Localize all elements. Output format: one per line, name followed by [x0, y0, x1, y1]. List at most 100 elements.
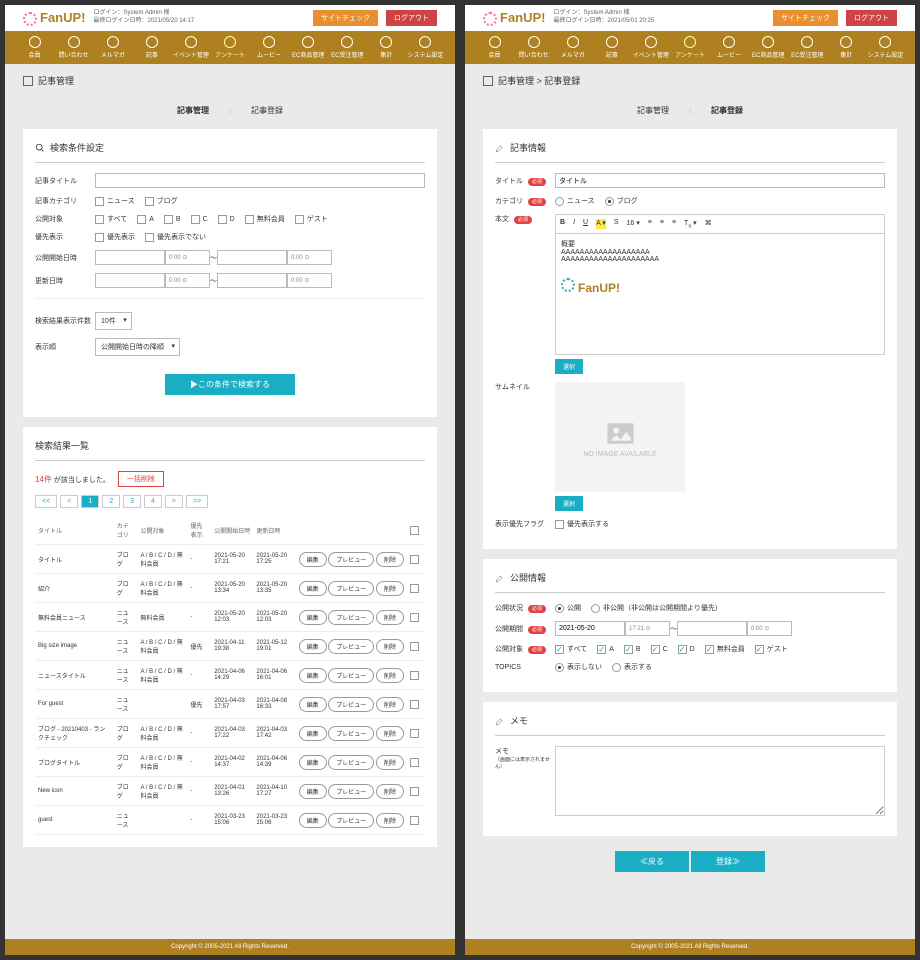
nav-7[interactable]: EC商品管理	[289, 36, 328, 59]
submit-button[interactable]: 登録≫	[691, 851, 765, 872]
row-check[interactable]	[410, 642, 419, 651]
page-3[interactable]: 3	[123, 495, 141, 508]
tab-register[interactable]: 記事登録	[701, 106, 753, 115]
nav-4[interactable]: イベント管理	[171, 36, 210, 59]
term-date-from[interactable]	[555, 621, 625, 636]
preview-button[interactable]: プレビュー	[328, 610, 374, 625]
select-button[interactable]: 選択	[555, 359, 583, 374]
bulk-delete-button[interactable]: 一括削除	[118, 471, 164, 487]
pri-off[interactable]: 優先表示でない	[145, 232, 206, 242]
pri-on[interactable]: 優先表示	[95, 232, 135, 242]
tgt-all[interactable]: すべて	[95, 214, 127, 224]
tgt-free[interactable]: 無料会員	[705, 644, 745, 654]
row-check[interactable]	[410, 613, 419, 622]
upd-time-from[interactable]: 0:00 ⊙	[165, 273, 210, 288]
edit-button[interactable]: 編集	[299, 610, 327, 625]
tgt-all[interactable]: すべて	[555, 644, 587, 654]
delete-button[interactable]: 削除	[376, 697, 404, 712]
term-date-to[interactable]	[677, 621, 747, 636]
nav-6[interactable]: ムービー	[710, 36, 749, 59]
delete-button[interactable]: 削除	[376, 552, 404, 567]
preview-button[interactable]: プレビュー	[328, 639, 374, 654]
nav-5[interactable]: アンケート	[210, 36, 249, 59]
count-select[interactable]: 10件	[95, 312, 132, 330]
delete-button[interactable]: 削除	[376, 755, 404, 770]
page->>[interactable]: >>	[186, 495, 208, 508]
thumb-select-button[interactable]: 選択	[555, 496, 583, 511]
clear-icon[interactable]: Tx ▾	[684, 219, 697, 229]
preview-button[interactable]: プレビュー	[328, 697, 374, 712]
preview-button[interactable]: プレビュー	[328, 813, 374, 828]
nav-3[interactable]: 記事	[592, 36, 631, 59]
topics-show[interactable]: 表示する	[612, 662, 652, 672]
delete-button[interactable]: 削除	[376, 784, 404, 799]
page-<[interactable]: <	[60, 495, 78, 508]
title-input[interactable]	[95, 173, 425, 188]
preview-button[interactable]: プレビュー	[328, 726, 374, 741]
preview-button[interactable]: プレビュー	[328, 668, 374, 683]
align-center-icon[interactable]: ≡	[660, 219, 664, 229]
tab-list[interactable]: 記事管理	[627, 106, 679, 115]
priority-flag[interactable]: 優先表示する	[555, 519, 609, 529]
nav-3[interactable]: 記事	[132, 36, 171, 59]
nav-1[interactable]: 問い合わせ	[54, 36, 93, 59]
align-left-icon[interactable]: ≡	[648, 219, 652, 229]
cat-news[interactable]: ニュース	[555, 196, 595, 206]
term-time-from[interactable]: 17:21 ⊙	[625, 621, 670, 636]
nav-8[interactable]: EC受注管理	[788, 36, 827, 59]
preview-button[interactable]: プレビュー	[328, 784, 374, 799]
page-<<[interactable]: <<	[35, 495, 57, 508]
site-check-button[interactable]: サイトチェック	[773, 10, 838, 26]
tgt-a[interactable]: A	[137, 215, 154, 224]
edit-button[interactable]: 編集	[299, 813, 327, 828]
tgt-a[interactable]: A	[597, 645, 614, 654]
nav-9[interactable]: 集計	[367, 36, 406, 59]
order-select[interactable]: 公開開始日時の降順	[95, 338, 180, 356]
edit-button[interactable]: 編集	[299, 697, 327, 712]
edit-button[interactable]: 編集	[299, 581, 327, 596]
row-check[interactable]	[410, 816, 419, 825]
cat-blog[interactable]: ブログ	[605, 196, 638, 206]
nav-10[interactable]: システム設定	[866, 36, 905, 59]
nav-0[interactable]: 会員	[475, 36, 514, 59]
tgt-d[interactable]: D	[218, 215, 235, 224]
delete-button[interactable]: 削除	[376, 610, 404, 625]
highlight-icon[interactable]: A ▾	[596, 219, 606, 229]
status-private[interactable]: 非公開（非公開は公開期間より優先）	[591, 603, 722, 613]
status-public[interactable]: 公開	[555, 603, 581, 613]
tgt-c[interactable]: C	[651, 645, 668, 654]
start-time-to[interactable]: 0:00 ⊙	[287, 250, 332, 265]
preview-button[interactable]: プレビュー	[328, 755, 374, 770]
italic-icon[interactable]: I	[573, 219, 575, 229]
edit-button[interactable]: 編集	[299, 552, 327, 567]
upd-time-to[interactable]: 0:00 ⊙	[287, 273, 332, 288]
nav-8[interactable]: EC受注管理	[328, 36, 367, 59]
strike-icon[interactable]: S	[614, 219, 619, 229]
underline-icon[interactable]: U	[583, 219, 588, 229]
select-all[interactable]	[410, 526, 419, 535]
preview-button[interactable]: プレビュー	[328, 552, 374, 567]
back-button[interactable]: ≪戻る	[615, 851, 689, 872]
page->[interactable]: >	[165, 495, 183, 508]
tgt-c[interactable]: C	[191, 215, 208, 224]
nav-1[interactable]: 問い合わせ	[514, 36, 553, 59]
nav-0[interactable]: 会員	[15, 36, 54, 59]
align-right-icon[interactable]: ≡	[672, 219, 676, 229]
nav-2[interactable]: メルマガ	[93, 36, 132, 59]
page-4[interactable]: 4	[144, 495, 162, 508]
edit-button[interactable]: 編集	[299, 726, 327, 741]
rte-body[interactable]: 概要 AAAAAAAAAAAAAAAAAAA AAAAAAAAAAAAAAAAA…	[556, 234, 884, 354]
row-check[interactable]	[410, 555, 419, 564]
nav-6[interactable]: ムービー	[250, 36, 289, 59]
title-input[interactable]	[555, 173, 885, 188]
nav-4[interactable]: イベント管理	[631, 36, 670, 59]
cat-news[interactable]: ニュース	[95, 196, 135, 206]
link-icon[interactable]: ⌘	[705, 219, 712, 229]
page-1[interactable]: 1	[81, 495, 99, 508]
nav-9[interactable]: 集計	[827, 36, 866, 59]
cat-blog[interactable]: ブログ	[145, 196, 178, 206]
row-check[interactable]	[410, 787, 419, 796]
rich-text-editor[interactable]: BIUA ▾S16 ▾≡≡≡Tx ▾⌘ 概要 AAAAAAAAAAAAAAAAA…	[555, 214, 885, 355]
edit-button[interactable]: 編集	[299, 668, 327, 683]
size-icon[interactable]: 16 ▾	[627, 219, 640, 229]
